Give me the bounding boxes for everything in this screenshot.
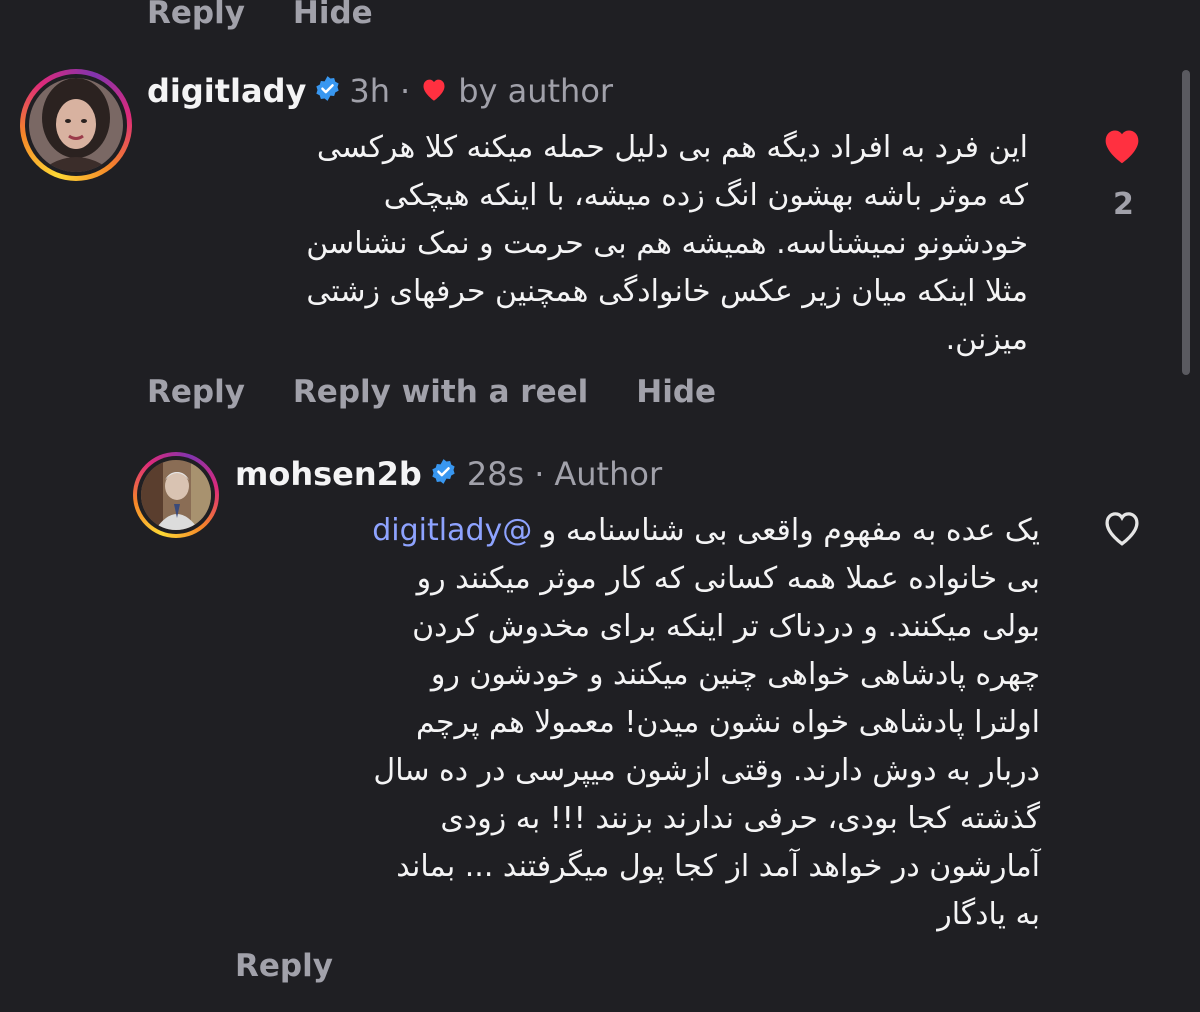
- hide-button[interactable]: Hide: [293, 0, 373, 31]
- verified-badge-icon: [430, 455, 457, 493]
- mention-link[interactable]: @digitlady: [372, 513, 532, 548]
- heart-outline-icon: [1100, 512, 1144, 551]
- like-count: 2: [1113, 187, 1134, 222]
- comment-header: digitlady 3h · by author: [147, 72, 613, 110]
- reply-button[interactable]: Reply: [147, 0, 245, 31]
- reply-button[interactable]: Reply: [147, 374, 245, 410]
- comment-header: mohsen2b 28s · Author: [235, 455, 662, 493]
- comments-screen: Reply Hide digitlady 3h · by author این …: [0, 0, 1200, 1012]
- author-label: Author: [554, 455, 663, 493]
- previous-comment-actions: Reply Hide: [147, 0, 373, 31]
- like-button[interactable]: [1100, 125, 1144, 169]
- comment-text: یک عده به مفهوم واقعی بی شناسنامه و @dig…: [235, 507, 1040, 939]
- timestamp: 3h: [349, 72, 391, 110]
- hide-button[interactable]: Hide: [636, 374, 716, 410]
- comment-first-line: یک عده به مفهوم واقعی بی شناسنامه و: [541, 513, 1040, 548]
- avatar[interactable]: [141, 460, 211, 530]
- comment-text-rest: بی خانواده عملا همه کسانی که کار موثر می…: [373, 561, 1040, 932]
- comment-text: این فرد به افراد دیگه هم بی دلیل حمله می…: [306, 130, 1028, 357]
- comment-actions: Reply Reply with a reel Hide: [147, 374, 716, 410]
- avatar-story-ring[interactable]: [133, 452, 219, 538]
- liked-by-author-label: by author: [458, 72, 614, 110]
- scrollbar[interactable]: [1182, 70, 1190, 375]
- timestamp: 28s: [466, 455, 525, 493]
- reply-button[interactable]: Reply: [235, 948, 333, 984]
- separator: ·: [400, 72, 411, 110]
- heart-icon: [420, 72, 448, 110]
- username[interactable]: mohsen2b: [235, 455, 422, 493]
- comment-actions: Reply: [235, 948, 333, 984]
- like-button[interactable]: [1100, 507, 1144, 551]
- avatar[interactable]: [29, 78, 123, 172]
- username[interactable]: digitlady: [147, 72, 306, 110]
- verified-badge-icon: [314, 72, 341, 110]
- heart-filled-icon: [1100, 130, 1144, 169]
- separator: ·: [534, 455, 545, 493]
- avatar-story-ring[interactable]: [20, 69, 132, 181]
- reply-with-reel-button[interactable]: Reply with a reel: [293, 374, 588, 410]
